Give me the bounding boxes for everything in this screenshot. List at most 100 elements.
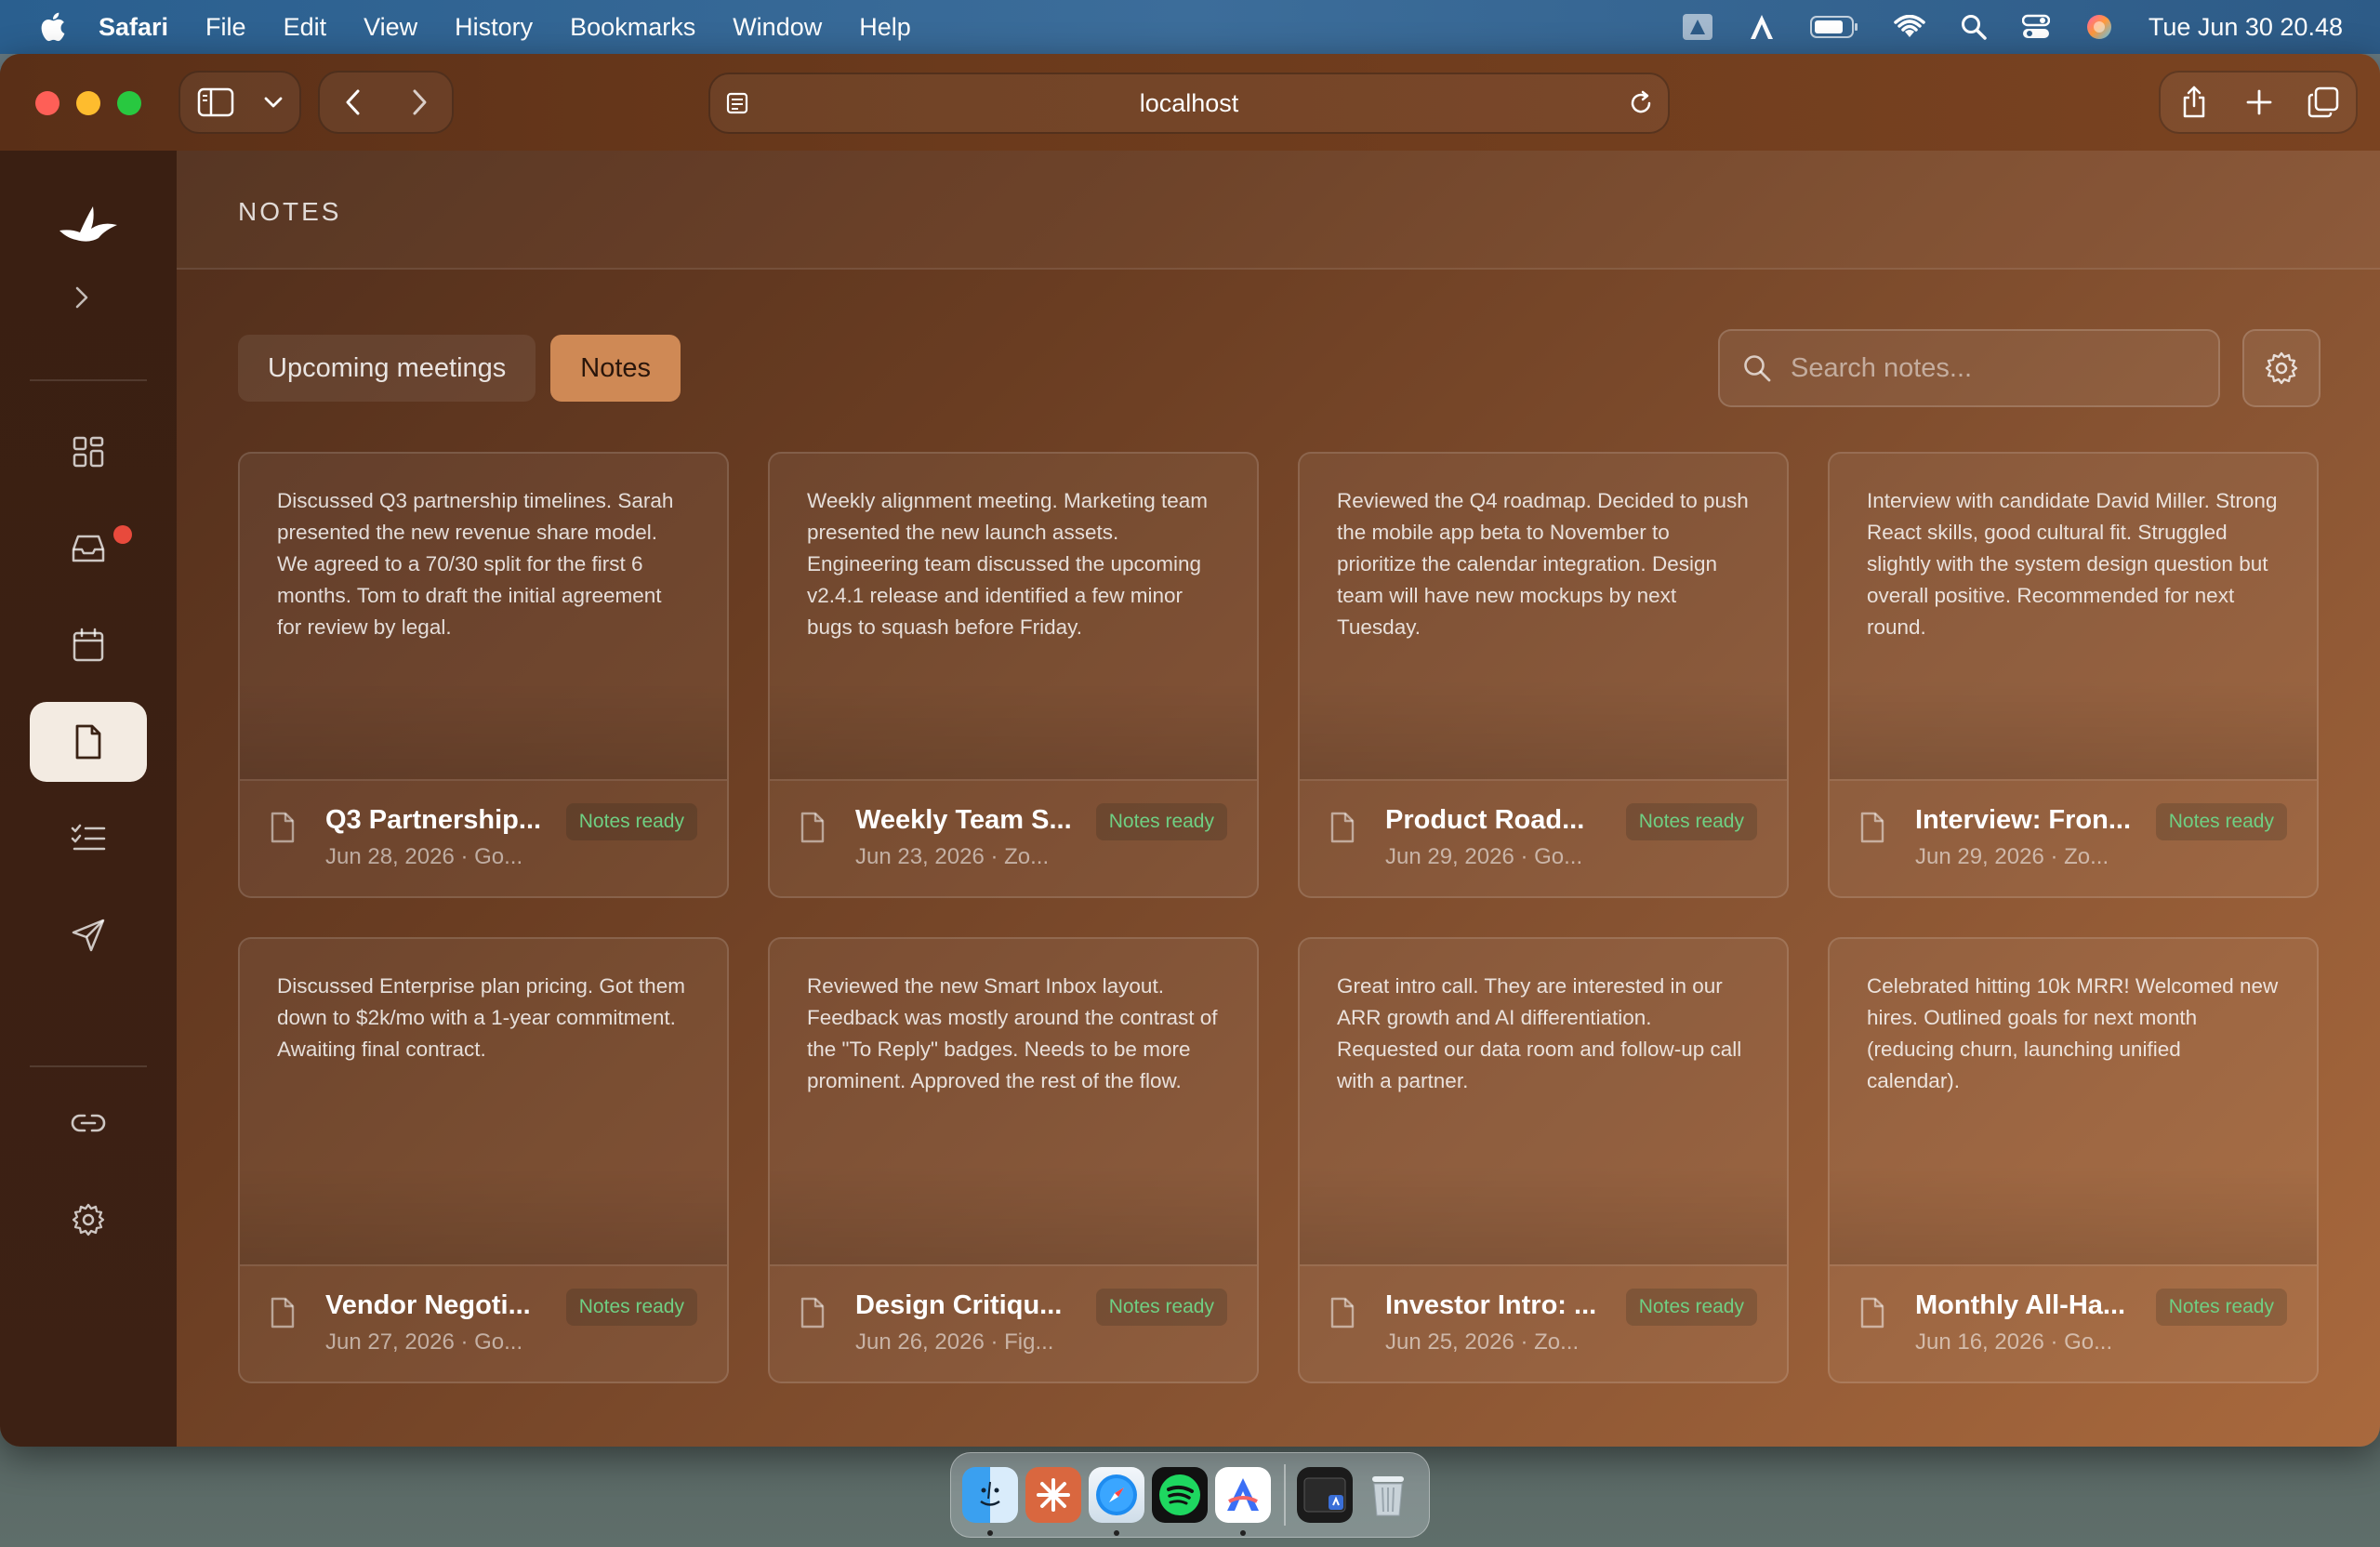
note-preview: Discussed Enterprise plan pricing. Got t…: [240, 939, 727, 1266]
note-preview: Reviewed the Q4 roadmap. Decided to push…: [1300, 454, 1787, 781]
address-bar[interactable]: localhost: [708, 73, 1670, 134]
battery-icon[interactable]: [1809, 15, 1858, 39]
note-footer: Q3 Partnership... Jun 28, 2026 · Go... N…: [240, 781, 727, 896]
tab-group-dropdown[interactable]: [251, 73, 296, 132]
sidebar-item-dashboard[interactable]: [30, 412, 147, 492]
note-title: Vendor Negoti...: [325, 1290, 531, 1320]
zoom-window-button[interactable]: [117, 91, 141, 115]
main-content: NOTES Upcoming meetings Notes Discussed …: [177, 151, 2380, 1447]
page-menu-icon[interactable]: [725, 91, 751, 122]
status-badge: Notes ready: [1095, 1289, 1227, 1326]
sidebar-item-tasks[interactable]: [30, 799, 147, 879]
chevron-down-icon: [264, 97, 283, 108]
menu-file[interactable]: File: [205, 13, 246, 42]
sidebar-divider: [30, 1065, 147, 1067]
arc-menu-icon[interactable]: [1682, 13, 1713, 41]
note-preview: Weekly alignment meeting. Marketing team…: [770, 454, 1257, 781]
note-card[interactable]: Reviewed the new Smart Inbox layout. Fee…: [768, 937, 1259, 1383]
sidebar-divider: [30, 379, 147, 381]
forward-button[interactable]: [386, 73, 452, 132]
bird-logo-icon[interactable]: [58, 205, 119, 248]
minimize-window-button[interactable]: [76, 91, 100, 115]
note-meta: Jun 28, 2026 · Go...: [325, 844, 523, 869]
reload-icon[interactable]: [1627, 89, 1655, 122]
spotlight-search-icon[interactable]: [1961, 14, 1987, 40]
menu-help[interactable]: Help: [859, 13, 911, 42]
notes-settings-button[interactable]: [2242, 329, 2320, 407]
tab-notes[interactable]: Notes: [550, 335, 681, 402]
note-meta: Jun 26, 2026 · Fig...: [855, 1329, 1054, 1355]
document-icon: [270, 811, 296, 849]
menu-bar: Safari File Edit View History Bookmarks …: [0, 0, 2380, 54]
note-card[interactable]: Discussed Enterprise plan pricing. Got t…: [238, 937, 729, 1383]
spotify-icon[interactable]: [1152, 1467, 1208, 1523]
sidebar-item-integrations[interactable]: [30, 1083, 147, 1163]
note-footer: Vendor Negoti... Jun 27, 2026 · Go... No…: [240, 1266, 727, 1382]
menu-history[interactable]: History: [455, 13, 533, 42]
status-badge: Notes ready: [565, 803, 697, 840]
expand-sidebar-icon[interactable]: [74, 284, 89, 315]
document-icon: [1329, 811, 1355, 849]
new-tab-button[interactable]: [2227, 73, 2291, 132]
menu-view[interactable]: View: [364, 13, 417, 42]
toolbar-actions-group: [2159, 71, 2358, 134]
plus-icon: [2246, 89, 2272, 115]
arc-icon[interactable]: [1215, 1467, 1271, 1536]
note-preview: Reviewed the new Smart Inbox layout. Fee…: [770, 939, 1257, 1266]
control-center-icon[interactable]: [2021, 14, 2050, 40]
document-icon: [75, 724, 101, 760]
close-window-button[interactable]: [35, 91, 60, 115]
running-indicator: [987, 1530, 993, 1536]
browser-toolbar: localhost: [0, 54, 2380, 151]
chevron-right-icon: [413, 89, 426, 115]
sidebar-item-notes[interactable]: [30, 702, 147, 782]
sidebar-item-settings[interactable]: [30, 1180, 147, 1260]
note-meta: Jun 23, 2026 · Zo...: [855, 844, 1050, 869]
note-footer: Investor Intro: ... Jun 25, 2026 · Zo...…: [1300, 1266, 1787, 1382]
menu-window[interactable]: Window: [733, 13, 822, 42]
note-preview: Celebrated hitting 10k MRR! Welcomed new…: [1830, 939, 2317, 1266]
note-card[interactable]: Great intro call. They are interested in…: [1298, 937, 1789, 1383]
trash-icon[interactable]: [1360, 1467, 1416, 1523]
menu-edit[interactable]: Edit: [284, 13, 327, 42]
apple-icon[interactable]: [37, 11, 67, 43]
note-title: Monthly All-Ha...: [1915, 1290, 2126, 1320]
tab-upcoming-meetings[interactable]: Upcoming meetings: [238, 335, 536, 402]
wifi-icon[interactable]: [1894, 15, 1925, 39]
siri-icon[interactable]: [2085, 13, 2113, 41]
document-icon: [800, 1296, 826, 1334]
menu-app-name[interactable]: Safari: [99, 13, 168, 42]
note-meta: Jun 29, 2026 · Go...: [1385, 844, 1583, 869]
note-card[interactable]: Reviewed the Q4 roadmap. Decided to push…: [1298, 452, 1789, 898]
claude-icon[interactable]: [1025, 1467, 1081, 1523]
status-badge: Notes ready: [1095, 803, 1227, 840]
menu-bookmarks[interactable]: Bookmarks: [570, 13, 695, 42]
note-card[interactable]: Interview with candidate David Miller. S…: [1828, 452, 2319, 898]
note-card[interactable]: Discussed Q3 partnership timelines. Sara…: [238, 452, 729, 898]
search-notes-box[interactable]: [1718, 329, 2220, 407]
vector-menu-icon[interactable]: [1749, 13, 1775, 41]
note-footer: Weekly Team S... Jun 23, 2026 · Zo... No…: [770, 781, 1257, 896]
note-card[interactable]: Weekly alignment meeting. Marketing team…: [768, 452, 1259, 898]
status-badge: Notes ready: [2155, 1289, 2287, 1326]
menu-clock[interactable]: Tue Jun 30 20.48: [2149, 13, 2343, 42]
terminal-icon[interactable]: [1297, 1467, 1353, 1523]
sidebar-item-inbox[interactable]: [30, 509, 147, 588]
notes-app: NOTES Upcoming meetings Notes Discussed …: [0, 151, 2380, 1447]
back-button[interactable]: [320, 73, 386, 132]
sidebar-toggle-button[interactable]: [180, 73, 251, 132]
sidebar-item-send[interactable]: [30, 895, 147, 975]
share-button[interactable]: [2161, 73, 2227, 132]
document-icon: [800, 811, 826, 849]
tab-overview-button[interactable]: [2292, 73, 2356, 132]
sidebar-item-calendar[interactable]: [30, 605, 147, 685]
note-preview: Discussed Q3 partnership timelines. Sara…: [240, 454, 727, 781]
note-meta: Jun 25, 2026 · Zo...: [1385, 1329, 1580, 1355]
dock: [950, 1452, 1430, 1538]
finder-icon[interactable]: [962, 1467, 1018, 1536]
note-card[interactable]: Celebrated hitting 10k MRR! Welcomed new…: [1828, 937, 2319, 1383]
safari-icon[interactable]: [1089, 1467, 1144, 1536]
search-notes-input[interactable]: [1789, 351, 2202, 385]
url-text[interactable]: localhost: [1140, 89, 1239, 118]
gear-icon: [2265, 351, 2298, 385]
